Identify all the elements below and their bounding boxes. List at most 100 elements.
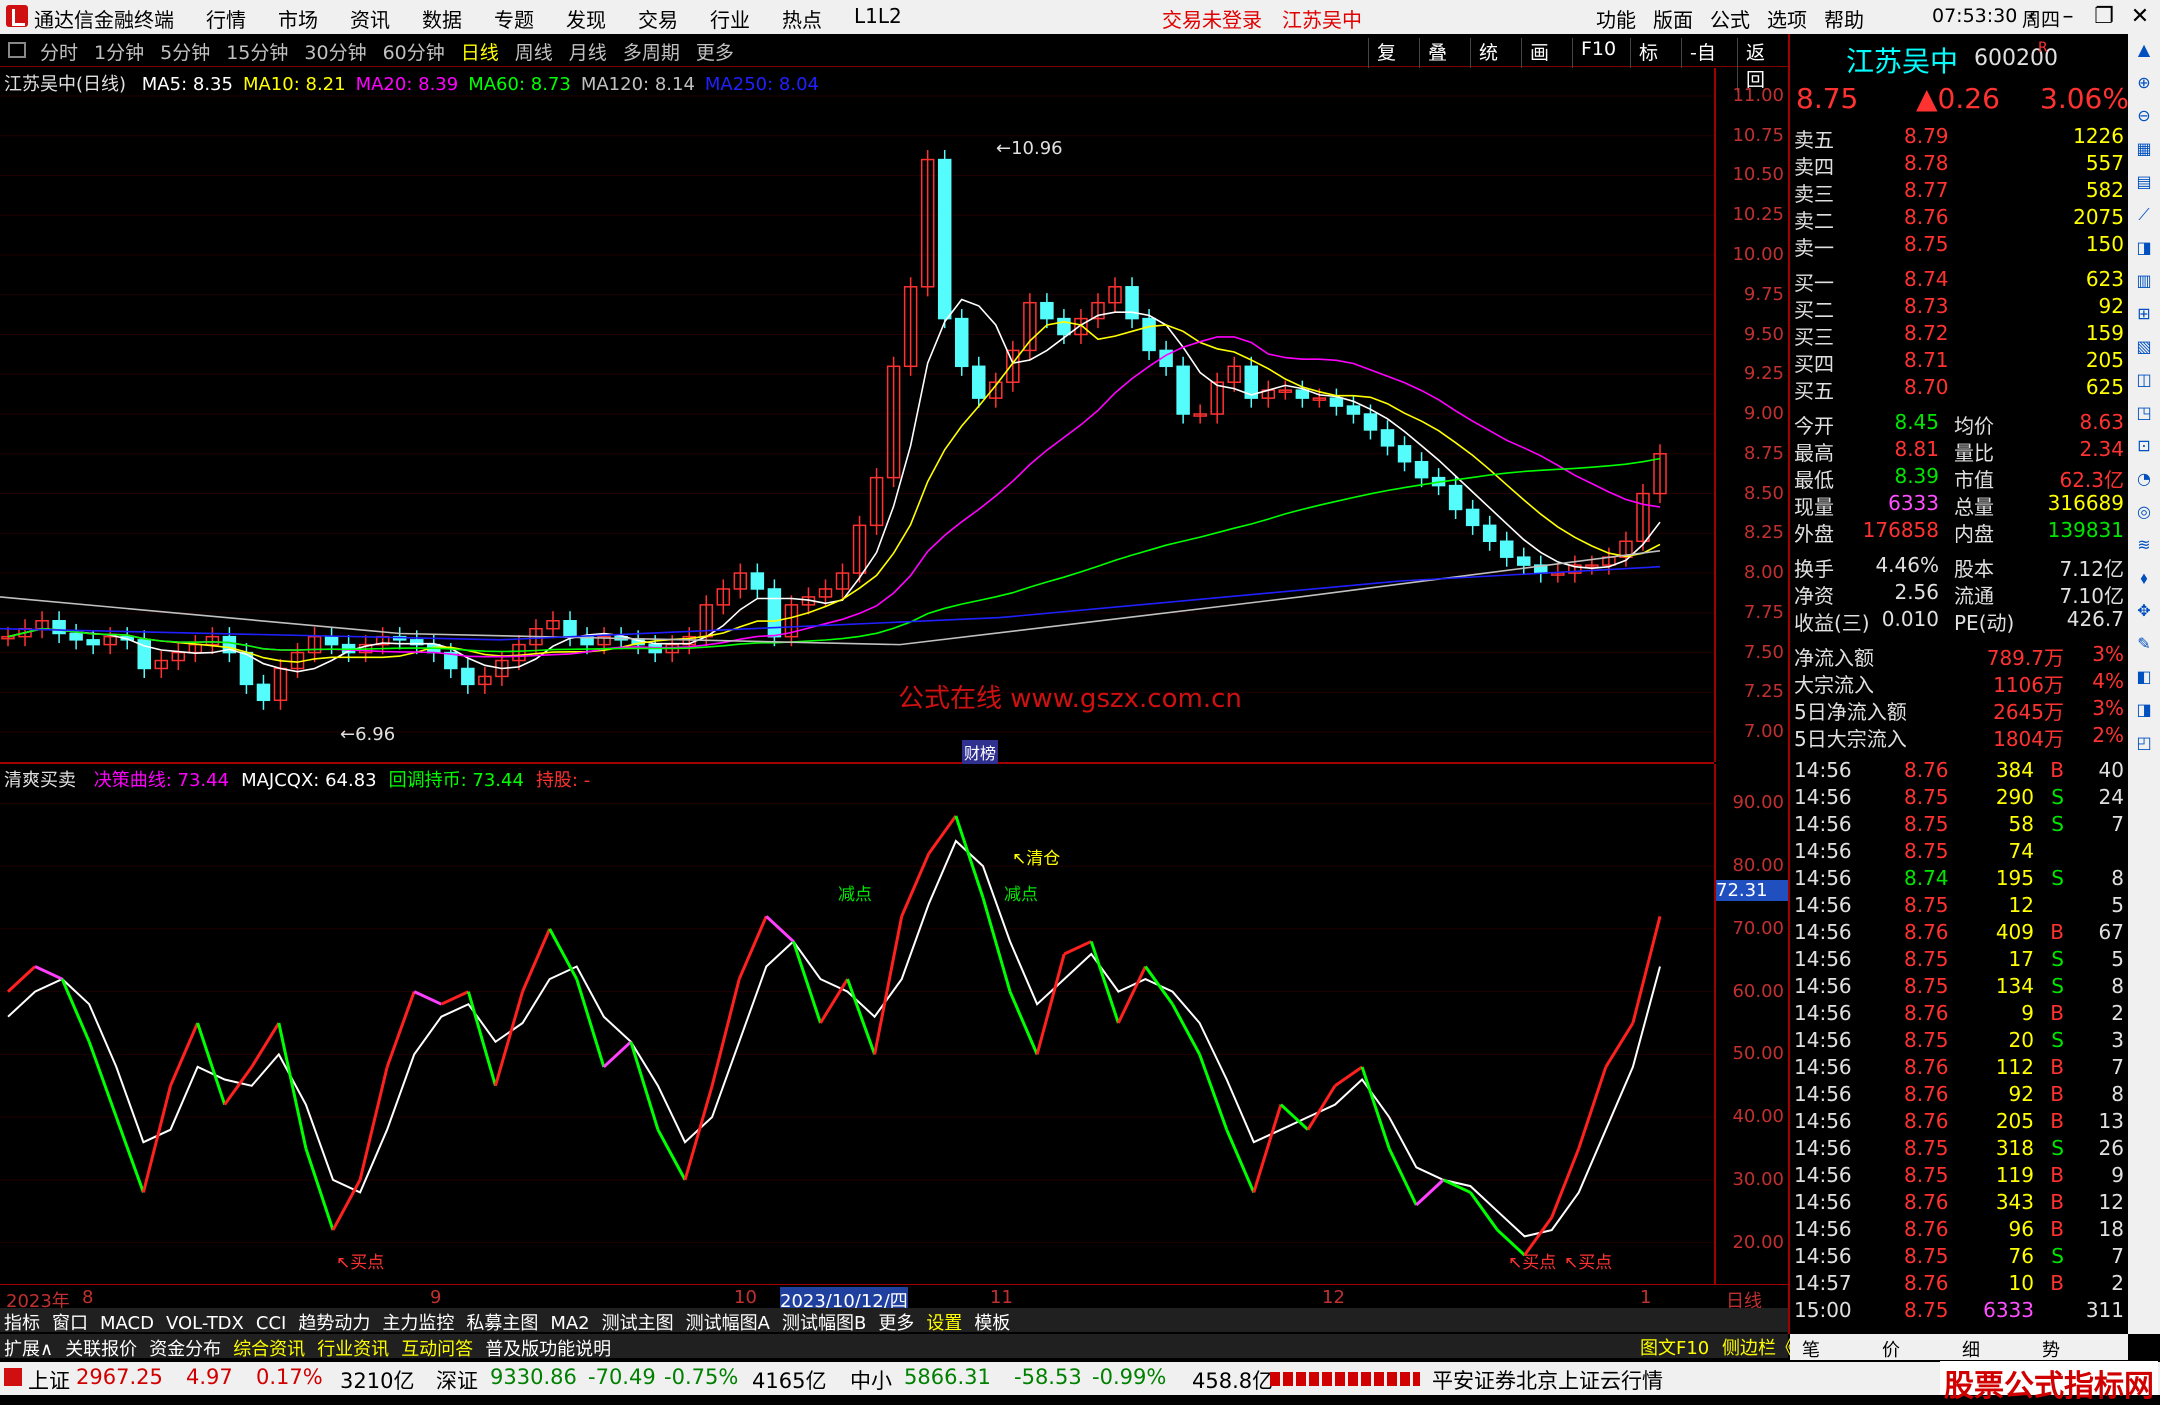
kline-chart[interactable]	[0, 68, 1714, 762]
indicator-tab[interactable]: 模板	[974, 1313, 1010, 1334]
corner-icon[interactable]: ◰	[2132, 733, 2156, 757]
menu-item[interactable]: 数据	[422, 4, 494, 33]
period-tab[interactable]: 周线	[515, 38, 553, 65]
layout-icon[interactable]: ◨	[2132, 238, 2156, 262]
period-tab[interactable]: 多周期	[623, 38, 680, 65]
zoom-in-icon[interactable]: ⊕	[2132, 73, 2156, 97]
trend-icon[interactable]: ⟋	[2132, 205, 2156, 229]
menu-item[interactable]: 发现	[566, 4, 638, 33]
info-tab[interactable]: 综合资讯	[233, 1339, 305, 1360]
indicator-tab[interactable]: 趋势动力	[298, 1313, 370, 1334]
half-icon[interactable]: ◧	[2132, 667, 2156, 691]
zoom-out-icon[interactable]: ⊖	[2132, 106, 2156, 130]
back-icon[interactable]: ‹	[2014, 2, 2050, 32]
indicator-tab[interactable]: VOL-TDX	[166, 1313, 244, 1334]
scroll-up-icon[interactable]: ▲	[2132, 40, 2156, 64]
table-icon[interactable]: ▥	[2132, 271, 2156, 295]
menu-item[interactable]: 行情	[206, 4, 278, 33]
quote-tab[interactable]: 势	[2042, 1336, 2060, 1362]
move-icon[interactable]: ✥	[2132, 601, 2156, 625]
period-tab[interactable]: 5分钟	[160, 38, 210, 65]
menu-item[interactable]: 资讯	[350, 4, 422, 33]
login-status[interactable]: 交易未登录	[1162, 4, 1262, 33]
period-tab[interactable]: 1分钟	[94, 38, 144, 65]
menu-item[interactable]: 功能	[1596, 4, 1653, 33]
candle-body	[1295, 389, 1310, 399]
info-tab[interactable]: 扩展∧	[4, 1339, 53, 1360]
tick-volume: 384	[1995, 758, 2034, 782]
sidebar-toggle[interactable]: 侧边栏《	[1722, 1334, 1794, 1360]
tick-volume: 343	[1995, 1190, 2034, 1214]
tick-side: S	[2051, 785, 2064, 809]
period-tab[interactable]: 15分钟	[226, 38, 288, 65]
close-icon[interactable]: ✕	[2122, 2, 2158, 32]
indicator-chart[interactable]	[0, 764, 1714, 1284]
window-icon[interactable]: ◳	[2132, 403, 2156, 427]
indicator-tab[interactable]: 私募主图	[466, 1313, 538, 1334]
indicator-tab[interactable]: 测试幅图B	[782, 1313, 866, 1334]
period-tab[interactable]: 30分钟	[304, 38, 366, 65]
target-icon[interactable]: ◎	[2132, 502, 2156, 526]
menu-item[interactable]: 公式	[1710, 4, 1767, 33]
ask-volume: 2075	[2073, 205, 2124, 229]
menu-item[interactable]: L1L2	[854, 4, 926, 33]
quote-tab[interactable]: 笔	[1802, 1336, 1820, 1362]
tick-time: 14:56	[1794, 1190, 1852, 1214]
indicator-tab[interactable]: MA2	[550, 1313, 589, 1334]
minimize-icon[interactable]: –	[2050, 2, 2086, 32]
quote-tab[interactable]: 细	[1962, 1336, 1980, 1362]
list-icon[interactable]: ▤	[2132, 172, 2156, 196]
restore-icon[interactable]: ❐	[2086, 2, 2122, 32]
info-tab[interactable]: 关联报价	[65, 1339, 137, 1360]
pencil-icon[interactable]: ✎	[2132, 634, 2156, 658]
menu-item[interactable]: 热点	[782, 4, 854, 33]
menu-item[interactable]: 选项	[1767, 4, 1824, 33]
indicator-tab[interactable]: 设置	[926, 1313, 962, 1334]
info-tab[interactable]: 互动问答	[401, 1339, 473, 1360]
split-icon[interactable]: ◫	[2132, 370, 2156, 394]
indicator-tab[interactable]: MACD	[100, 1313, 154, 1334]
info-tab[interactable]: 普及版功能说明	[485, 1339, 611, 1360]
indicator-tab[interactable]: 测试幅图A	[686, 1313, 770, 1334]
menu-item[interactable]: 专题	[494, 4, 566, 33]
indicator-tab[interactable]: 主力监控	[382, 1313, 454, 1334]
sh-label[interactable]: 上证	[28, 1365, 70, 1395]
period-tab[interactable]: 60分钟	[383, 38, 445, 65]
indicator-tab[interactable]: 测试主图	[602, 1313, 674, 1334]
sh-change: 4.97	[186, 1365, 233, 1389]
indicator-tab[interactable]: CCI	[256, 1313, 286, 1334]
menu-item[interactable]: 帮助	[1824, 4, 1881, 33]
wave-icon[interactable]: ≋	[2132, 535, 2156, 559]
add-panel-icon[interactable]: ⊞	[2132, 304, 2156, 328]
period-tab[interactable]: 月线	[569, 38, 607, 65]
kline-panel[interactable]: 江苏吴中(日线) MA5: 8.35 MA10: 8.21 MA20: 8.39 MA…	[0, 68, 1714, 764]
half-right-icon[interactable]: ◨	[2132, 700, 2156, 724]
frame-icon[interactable]: ⊡	[2132, 436, 2156, 460]
info-tab[interactable]: 资金分布	[149, 1339, 221, 1360]
menu-item[interactable]: 行业	[710, 4, 782, 33]
pie-icon[interactable]: ◔	[2132, 469, 2156, 493]
menu-item[interactable]: 交易	[638, 4, 710, 33]
menu-item[interactable]: 版面	[1653, 4, 1710, 33]
pattern-icon[interactable]: ▧	[2132, 337, 2156, 361]
period-tab[interactable]: 分时	[40, 38, 78, 65]
info-tab[interactable]: 行业资讯	[317, 1339, 389, 1360]
quote-row: 14:56 8.75 290 S 24	[1794, 785, 2124, 812]
menu-item[interactable]: 市场	[278, 4, 350, 33]
price-tick-label: 11.00	[1732, 84, 1784, 106]
grid-icon[interactable]: ▦	[2132, 139, 2156, 163]
period-tab[interactable]: 更多	[696, 38, 734, 65]
indicator-tab[interactable]: 更多	[878, 1313, 914, 1334]
news-badge[interactable]: 财榜	[962, 740, 999, 764]
zx-label[interactable]: 中小	[850, 1365, 892, 1395]
sz-label[interactable]: 深证	[436, 1365, 478, 1395]
indicator-tab[interactable]: 窗口	[52, 1313, 88, 1334]
indicator-tab[interactable]: 指标	[4, 1313, 40, 1334]
diamond-icon[interactable]: ⬧	[2132, 568, 2156, 592]
indicator-panel[interactable]: 清爽买卖 决策曲线: 73.44 MAJCQX: 64.83 回调持币: 73.44…	[0, 764, 1714, 1284]
f10-link[interactable]: 图文F10	[1640, 1334, 1709, 1360]
panel-toggle-icon[interactable]	[8, 42, 26, 58]
period-tab[interactable]: 日线	[461, 38, 499, 65]
tick-volume: 10	[2008, 1271, 2034, 1295]
quote-tab[interactable]: 价	[1882, 1336, 1900, 1362]
